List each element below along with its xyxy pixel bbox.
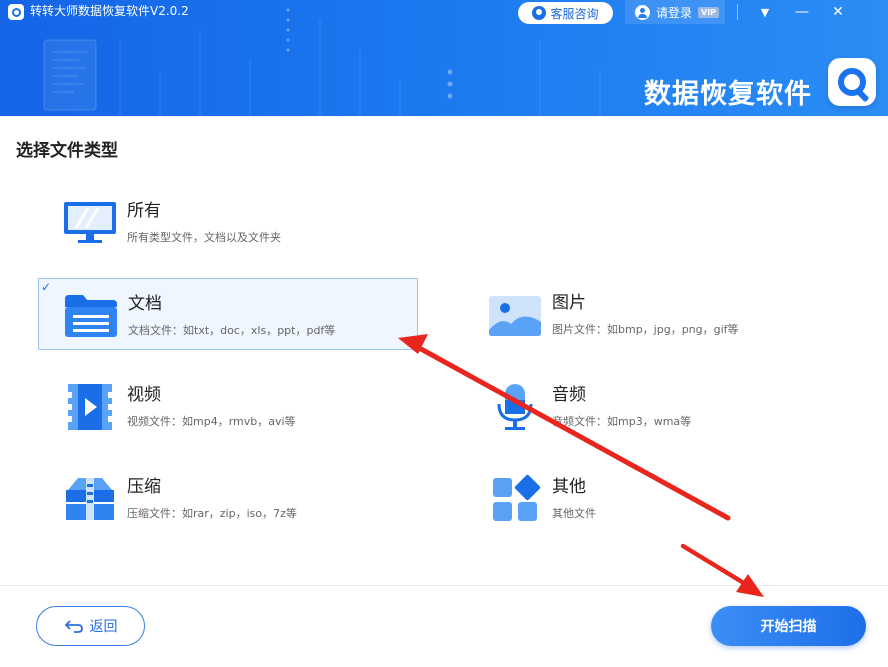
title-bar: 转转大师数据恢复软件V2.0.2 客服咨询 请登录 VIP ▼ — ✕ 数据恢复… [0,0,888,116]
file-type-desc: 图片文件：如bmp，jpg，png，gif等 [552,323,739,336]
file-type-other[interactable]: 其他 其他文件 [463,462,843,534]
microphone-icon [487,382,543,432]
start-scan-button[interactable]: 开始扫描 [711,606,866,646]
file-type-name: 音频 [552,385,586,405]
section-title: 选择文件类型 [16,141,118,161]
brand-text: 数据恢复软件 [644,79,812,110]
footer-divider [0,585,888,586]
file-type-desc: 所有类型文件，文档以及文件夹 [127,231,281,244]
customer-service-label: 客服咨询 [550,6,599,21]
back-label: 返回 [89,619,118,635]
folder-icon [63,291,119,341]
user-avatar-icon [635,4,650,20]
brand-logo-icon [828,58,876,106]
file-type-desc: 音频文件：如mp3，wma等 [552,415,692,428]
app-title: 转转大师数据恢复软件V2.0.2 [30,4,189,18]
file-type-all[interactable]: 所有 所有类型文件，文档以及文件夹 [38,186,418,258]
file-type-audio[interactable]: 音频 音频文件：如mp3，wma等 [463,370,843,442]
back-button[interactable]: 返回 [36,606,145,646]
file-type-name: 其他 [552,477,586,497]
file-type-name: 所有 [127,201,161,221]
image-icon [487,290,543,340]
file-type-desc: 文档文件：如txt，doc，xls，ppt，pdf等 [128,324,336,337]
archive-icon [62,474,118,524]
menu-dropdown-icon[interactable]: ▼ [747,0,783,24]
monitor-icon [62,198,118,248]
minimize-icon[interactable]: — [784,0,820,24]
file-type-desc: 压缩文件：如rar，zip，iso，7z等 [127,507,297,520]
file-type-name: 文档 [128,294,162,314]
video-icon [62,382,118,432]
header-divider [737,4,738,20]
return-arrow-icon [64,620,83,633]
file-type-name: 视频 [127,385,161,405]
arrow-to-scan [680,543,764,597]
vip-badge: VIP [698,6,720,18]
file-type-desc: 其他文件 [552,507,596,520]
app-logo-icon [8,4,24,20]
login-button[interactable]: 请登录 VIP [625,0,726,24]
login-label: 请登录 [656,5,693,20]
file-type-desc: 视频文件：如mp4，rmvb，avi等 [127,415,296,428]
customer-service-button[interactable]: 客服咨询 [518,2,613,24]
grid-icon [487,474,543,524]
headset-icon [532,6,547,20]
file-type-name: 图片 [552,293,586,313]
file-type-document[interactable]: ✓ 文档 文档文件：如txt，doc，xls，ppt，pdf等 [38,278,418,350]
file-type-name: 压缩 [127,477,161,497]
file-type-video[interactable]: 视频 视频文件：如mp4，rmvb，avi等 [38,370,418,442]
file-type-image[interactable]: 图片 图片文件：如bmp，jpg，png，gif等 [463,278,843,350]
close-icon[interactable]: ✕ [820,0,856,24]
file-type-archive[interactable]: 压缩 压缩文件：如rar，zip，iso，7z等 [38,462,418,534]
checkmark-icon: ✓ [41,280,52,294]
